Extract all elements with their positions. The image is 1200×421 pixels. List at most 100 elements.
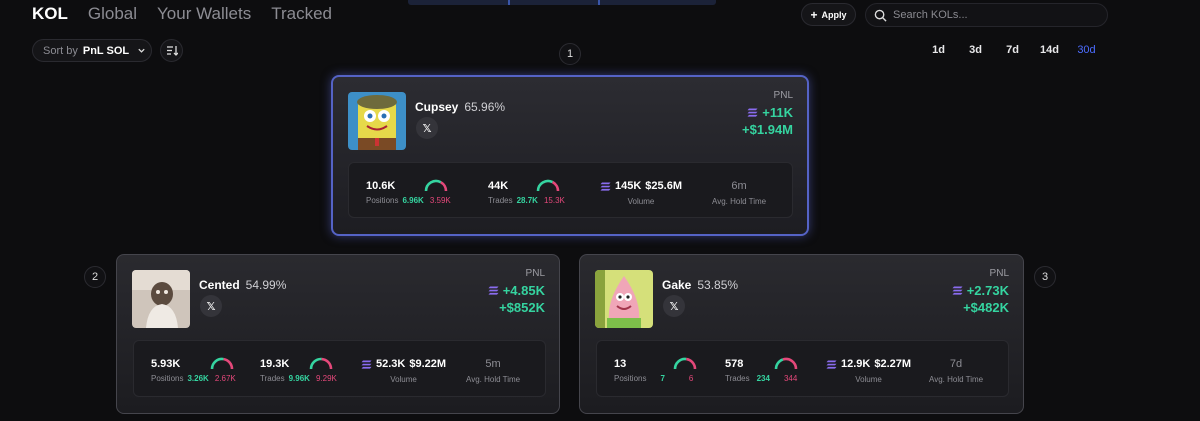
hold-label: Avg. Hold Time (712, 197, 767, 206)
trades-gauge (774, 357, 798, 370)
positions-gauge (210, 357, 234, 370)
gauge-win-arc (424, 179, 442, 192)
trades-loss: 15.3K (543, 196, 565, 205)
period-7d[interactable]: 7d (994, 44, 1031, 56)
gauge-loss-arc (321, 357, 333, 370)
trades-label: Trades (725, 374, 750, 383)
x-icon[interactable]: 𝕏 (200, 295, 222, 317)
stats-panel: 10.6K Positions 6.96K 3.59K 44K Trades 28.7… (348, 162, 793, 218)
hold-stat: 6m Avg. Hold Time (712, 180, 766, 206)
x-icon[interactable]: 𝕏 (663, 295, 685, 317)
search-icon (874, 9, 887, 22)
chevron-down-icon (138, 48, 145, 53)
stats-panel: 5.93K Positions 3.26K 2.67K 19.3K Trades 9.… (133, 340, 546, 397)
main-tabs: KOL Global Your Wallets Tracked (32, 4, 332, 24)
positions-win: 3.26K (187, 374, 209, 383)
volume-sol: 52.3K (376, 358, 406, 370)
kol-card[interactable]: Gake 53.85% 𝕏 PNL +2.73K +$482K 13 Posit… (579, 254, 1024, 414)
sort-order-button[interactable] (160, 39, 183, 62)
volume-label: Volume (855, 375, 882, 384)
positions-loss: 2.67K (214, 374, 236, 383)
volume-stat: 12.9K $2.27M Volume (826, 358, 911, 384)
positions-label: Positions (151, 374, 184, 383)
win-rate: 65.96% (464, 100, 506, 114)
trades-win: 28.7K (516, 196, 538, 205)
kol-name[interactable]: Gake (662, 278, 691, 292)
positions-loss: 6 (688, 374, 694, 383)
positions-gauge (424, 179, 448, 192)
rank-badge-3: 3 (1034, 266, 1056, 288)
gauge-loss-arc (685, 357, 697, 370)
gauge-win-arc (309, 357, 322, 370)
volume-sol: 12.9K (841, 358, 871, 370)
avatar (132, 270, 190, 328)
gauge-loss-arc (551, 180, 560, 192)
pnl-usd: +$852K (499, 300, 545, 315)
positions-label: Positions (614, 374, 647, 383)
pnl-block: PNL +2.73K +$482K (952, 268, 1009, 315)
positions-win: 6.96K (402, 196, 424, 205)
avatar (595, 270, 653, 328)
hold-label: Avg. Hold Time (466, 375, 521, 384)
gauge-loss-arc (782, 357, 798, 370)
positions-gauge (673, 357, 697, 370)
gauge-win-arc (210, 357, 224, 370)
pnl-sol: +2.73K (966, 283, 1009, 298)
rank-badge-2: 2 (84, 266, 106, 288)
hold-label: Avg. Hold Time (929, 375, 984, 384)
win-rate: 53.85% (697, 278, 739, 292)
period-14d[interactable]: 14d (1031, 44, 1068, 56)
tab-kol[interactable]: KOL (32, 4, 68, 24)
hold-value: 7d (949, 358, 963, 370)
period-3d[interactable]: 3d (957, 44, 994, 56)
apply-button[interactable]: + Apply (801, 3, 856, 26)
tab-tracked[interactable]: Tracked (271, 4, 332, 24)
tab-global[interactable]: Global (88, 4, 137, 24)
gauge-loss-arc (440, 181, 448, 192)
sort-dropdown[interactable]: Sort by PnL SOL (32, 39, 152, 62)
plus-icon: + (810, 7, 818, 22)
top-chart-strip (408, 0, 716, 5)
volume-stat: 52.3K $9.22M Volume (361, 358, 446, 384)
hold-value: 6m (731, 180, 747, 192)
apply-label: Apply (821, 9, 847, 20)
volume-usd: $9.22M (409, 358, 447, 370)
pnl-label: PNL (773, 90, 793, 101)
volume-sol: 145K (615, 180, 642, 192)
tab-your-wallets[interactable]: Your Wallets (157, 4, 251, 24)
sort-value: PnL SOL (82, 44, 130, 57)
period-1d[interactable]: 1d (920, 44, 957, 56)
gauge-win-arc (673, 357, 687, 370)
trades-win: 234 (756, 374, 770, 383)
x-icon[interactable]: 𝕏 (416, 117, 438, 139)
kol-card[interactable]: Cented 54.99% 𝕏 PNL +4.85K +$852K 5.93K … (116, 254, 560, 414)
kol-name[interactable]: Cupsey (415, 100, 458, 114)
kol-name[interactable]: Cented (199, 278, 240, 292)
hold-stat: 5m Avg. Hold Time (466, 358, 520, 384)
volume-label: Volume (390, 375, 417, 384)
volume-label: Volume (627, 197, 655, 206)
period-selector: 1d 3d 7d 14d 30d (920, 44, 1105, 56)
search-input[interactable] (893, 9, 1093, 21)
kol-card[interactable]: Cupsey 65.96% 𝕏 PNL +11K +$1.94M 10.6K P… (331, 75, 809, 236)
positions-label: Positions (366, 196, 399, 205)
solana-icon (747, 108, 758, 117)
trades-loss: 9.29K (315, 374, 337, 383)
pnl-usd: +$1.94M (742, 122, 793, 137)
positions-win: 7 (660, 374, 665, 383)
trades-label: Trades (260, 374, 285, 383)
volume-stat: 145K $25.6M Volume (600, 180, 682, 206)
solana-icon (952, 286, 963, 295)
stats-panel: 13 Positions 7 6 578 Trades 234 344 12.9K $2… (596, 340, 1009, 397)
pnl-sol: +11K (762, 105, 793, 120)
solana-icon (600, 182, 611, 191)
gauge-win-arc (774, 358, 784, 370)
pnl-label: PNL (525, 268, 545, 279)
solana-icon (488, 286, 499, 295)
period-30d[interactable]: 30d (1068, 44, 1105, 56)
pnl-block: PNL +11K +$1.94M (742, 90, 793, 137)
volume-usd: $25.6M (645, 180, 682, 192)
trades-label: Trades (488, 196, 513, 205)
rank-badge-1: 1 (559, 43, 581, 65)
avatar (348, 92, 406, 150)
